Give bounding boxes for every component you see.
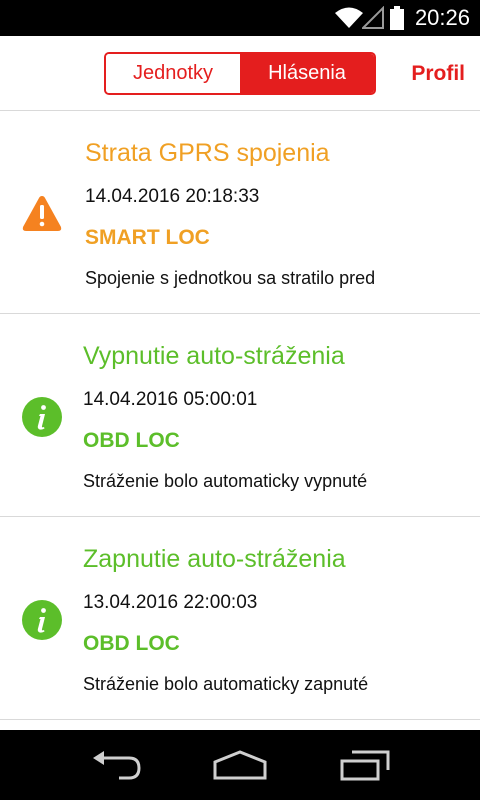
tab-jednotky[interactable]: Jednotky	[106, 54, 240, 93]
notification-title: Zapnutie auto-stráženia	[83, 545, 346, 573]
notification-message: Stráženie bolo automaticky vypnuté	[83, 471, 368, 491]
wifi-icon	[335, 7, 363, 28]
info-icon	[22, 397, 62, 437]
notification-message: Stráženie bolo automaticky zapnuté	[83, 674, 369, 694]
recent-apps-icon[interactable]	[338, 748, 392, 782]
notification-item[interactable]: Strata GPRS spojenia 14.04.2016 20:18:33…	[0, 111, 480, 314]
notification-list[interactable]: Strata GPRS spojenia 14.04.2016 20:18:33…	[0, 111, 480, 730]
battery-icon	[390, 6, 404, 30]
notification-unit: OBD LOC	[83, 429, 180, 452]
status-time: 20:26	[414, 5, 470, 30]
segmented-control: Jednotky Hlásenia	[104, 52, 376, 95]
home-icon[interactable]	[211, 748, 269, 782]
notification-title: Vypnutie auto-stráženia	[83, 342, 345, 370]
notification-item[interactable]: Zapnutie auto-stráženia 13.04.2016 22:00…	[0, 517, 480, 720]
navigation-bar	[0, 730, 480, 800]
notification-datetime: 14.04.2016 20:18:33	[85, 186, 260, 207]
back-icon[interactable]	[89, 748, 143, 782]
notification-item[interactable]: Vypnutie auto-stráženia 14.04.2016 05:00…	[0, 314, 480, 517]
status-bar: 20:26	[0, 0, 480, 36]
notification-title: Strata GPRS spojenia	[85, 139, 330, 167]
warning-icon	[22, 196, 62, 231]
notification-message: Spojenie s jednotkou sa stratilo pred	[85, 268, 376, 288]
notification-datetime: 14.04.2016 05:00:01	[83, 389, 258, 410]
signal-icon	[362, 6, 384, 29]
notification-unit: SMART LOC	[85, 226, 210, 249]
notification-unit: OBD LOC	[83, 632, 180, 655]
app-header: Jednotky Hlásenia Profil	[0, 36, 480, 111]
notification-datetime: 13.04.2016 22:00:03	[83, 592, 258, 613]
profile-button[interactable]: Profil	[411, 62, 465, 86]
tab-hlasenia[interactable]: Hlásenia	[240, 54, 374, 93]
info-icon	[22, 600, 62, 640]
